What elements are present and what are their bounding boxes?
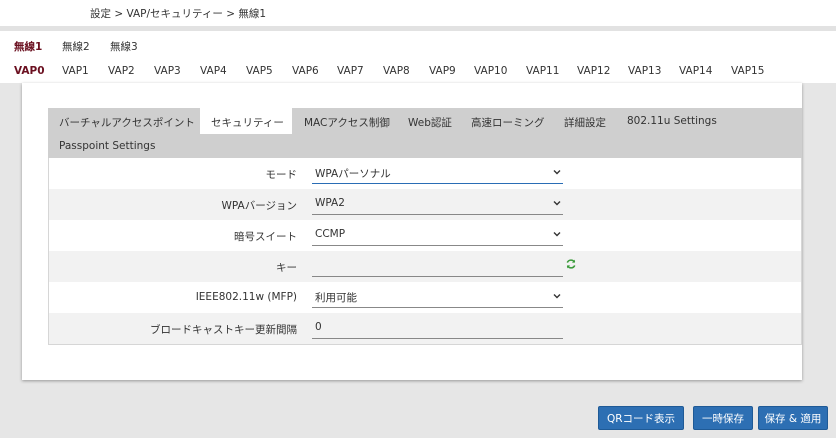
tab-vap11[interactable]: VAP11 (526, 65, 559, 77)
tab-web-auth[interactable]: Web認証 (408, 115, 452, 130)
mode-label: モード (265, 169, 298, 181)
tab-virtual-access-point[interactable]: バーチャルアクセスポイント (59, 115, 195, 130)
cipher-suite-select[interactable]: CCMP (312, 225, 563, 246)
tab-radio-3[interactable]: 無線3 (110, 39, 138, 54)
temp-save-button[interactable]: 一時保存 (693, 406, 753, 430)
tab-fast-roaming[interactable]: 高速ローミング (471, 115, 545, 130)
tab-radio-2[interactable]: 無線2 (62, 39, 90, 54)
mode-select[interactable]: WPAパーソナル (312, 163, 563, 184)
tab-security[interactable]: セキュリティー (211, 115, 284, 130)
tab-vap2[interactable]: VAP2 (108, 65, 135, 77)
tab-vap3[interactable]: VAP3 (154, 65, 181, 77)
save-apply-button[interactable]: 保存 & 適用 (758, 406, 828, 430)
row-key: キー (49, 251, 801, 282)
tab-vap0[interactable]: VAP0 (14, 65, 45, 77)
vap-tab-bar: VAP0 VAP1 VAP2 VAP3 VAP4 VAP5 VAP6 VAP7 … (0, 59, 836, 83)
tab-vap14[interactable]: VAP14 (679, 65, 712, 77)
tab-vap9[interactable]: VAP9 (429, 65, 456, 77)
mfp-value: 利用可能 (315, 292, 357, 304)
tab-passpoint-settings[interactable]: Passpoint Settings (59, 140, 155, 152)
mfp-select[interactable]: 利用可能 (312, 287, 563, 308)
tab-vap1[interactable]: VAP1 (62, 65, 89, 77)
radio-tab-bar: 無線1 無線2 無線3 (0, 31, 836, 59)
tab-vap5[interactable]: VAP5 (246, 65, 273, 77)
tab-vap12[interactable]: VAP12 (577, 65, 610, 77)
tab-vap4[interactable]: VAP4 (200, 65, 227, 77)
wpa-version-value: WPA2 (315, 197, 345, 209)
mode-value: WPAパーソナル (315, 168, 391, 180)
wpa-version-label: WPAバージョン (221, 200, 297, 212)
tab-80211u-settings[interactable]: 802.11u Settings (627, 115, 717, 127)
chevron-down-icon (553, 201, 561, 206)
row-mode: モード WPAパーソナル (49, 158, 801, 189)
tab-mac-access-control[interactable]: MACアクセス制御 (304, 115, 390, 130)
chevron-down-icon (553, 170, 561, 175)
key-label: キー (276, 262, 297, 274)
row-mfp: IEEE802.11w (MFP) 利用可能 (49, 282, 801, 313)
refresh-icon[interactable] (565, 258, 577, 270)
tab-vap13[interactable]: VAP13 (628, 65, 661, 77)
key-input[interactable] (312, 256, 563, 277)
broadcast-key-interval-input[interactable]: 0 (312, 318, 563, 339)
mfp-label: IEEE802.11w (MFP) (195, 291, 297, 303)
wpa-version-select[interactable]: WPA2 (312, 194, 563, 215)
tab-vap15[interactable]: VAP15 (731, 65, 764, 77)
broadcast-key-interval-value: 0 (315, 321, 322, 333)
cipher-suite-label: 暗号スイート (234, 231, 297, 243)
cipher-suite-value: CCMP (315, 228, 346, 240)
tab-radio-1[interactable]: 無線1 (14, 39, 42, 54)
security-form: モード WPAパーソナル WPAバージョン WPA2 暗号スイート CCMP キ… (48, 158, 802, 345)
broadcast-key-interval-label: ブロードキャストキー更新間隔 (150, 324, 297, 336)
chevron-down-icon (553, 232, 561, 237)
tab-vap8[interactable]: VAP8 (383, 65, 410, 77)
tab-vap7[interactable]: VAP7 (337, 65, 364, 77)
row-wpa-version: WPAバージョン WPA2 (49, 189, 801, 220)
tab-vap10[interactable]: VAP10 (474, 65, 507, 77)
row-cipher-suite: 暗号スイート CCMP (49, 220, 801, 251)
breadcrumb: 設定 > VAP/セキュリティー > 無線1 (90, 8, 267, 20)
tab-vap6[interactable]: VAP6 (292, 65, 319, 77)
tab-advanced[interactable]: 詳細設定 (564, 115, 606, 130)
chevron-down-icon (553, 294, 561, 299)
qr-code-button[interactable]: QRコード表示 (598, 406, 684, 430)
row-broadcast-key-interval: ブロードキャストキー更新間隔 0 (49, 313, 801, 344)
